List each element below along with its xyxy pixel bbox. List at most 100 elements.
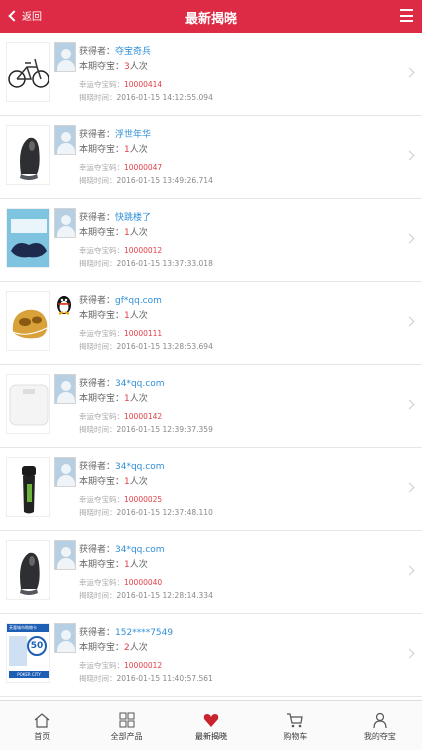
reveal-time-label: 揭晓时间： <box>79 342 117 351</box>
winner-name[interactable]: 34*qq.com <box>115 462 164 472</box>
result-item[interactable]: 获得者：夺宝奇兵 本期夺宝：3人次 幸运夺宝码：10000414 揭晓时间：2016-… <box>0 33 422 116</box>
lucky-code-line: 幸运夺宝码：10000025 <box>79 494 162 505</box>
page-title: 最新揭晓 <box>184 12 237 27</box>
reveal-time: 2016-01-15 14:12:55.094 <box>116 93 213 102</box>
reveal-time: 2016-01-15 12:37:48.110 <box>116 508 213 517</box>
tab-home[interactable]: 首页 <box>0 701 84 750</box>
reveal-time-line: 揭晓时间：2016-01-15 12:39:37.359 <box>79 424 213 435</box>
winner-label: 获得者： <box>79 47 116 57</box>
reveal-time-label: 揭晓时间： <box>79 176 117 185</box>
card-value: 50 <box>27 636 47 656</box>
heart-icon <box>169 709 253 731</box>
card-brand: POKER CITY <box>9 671 49 678</box>
issue-label: 本期夺宝： <box>79 228 125 238</box>
winner-label: 获得者： <box>79 379 116 389</box>
participation-unit: 人次 <box>129 477 148 487</box>
tab-label: 购物车 <box>283 732 308 741</box>
result-item[interactable]: 芙蓉城市购物卡 50 POKER CITY 获得者：152****7549 本期夺宝：2… <box>0 614 422 697</box>
result-item[interactable]: 获得者：34*qq.com 本期夺宝：1人次 幸运夺宝码：10000025 揭晓时间：… <box>0 448 422 531</box>
lucky-code-line: 幸运夺宝码：10000040 <box>79 577 162 588</box>
chevron-right-icon <box>404 648 415 659</box>
participation-line: 本期夺宝：1人次 <box>79 391 148 404</box>
winner-line: 获得者：夺宝奇兵 <box>79 44 151 57</box>
tab-latest[interactable]: 最新揭晓 <box>169 701 253 750</box>
top-bar: 返回 最新揭晓 <box>0 0 422 33</box>
product-image <box>6 457 50 517</box>
avatar <box>54 457 76 487</box>
menu-line <box>400 20 413 22</box>
winner-label: 获得者： <box>79 213 116 223</box>
product-image <box>6 540 50 600</box>
reveal-time: 2016-01-15 13:28:53.694 <box>116 342 213 351</box>
lucky-code: 10000414 <box>124 80 163 89</box>
lucky-code-label: 幸运夺宝码： <box>79 495 124 504</box>
winner-name[interactable]: 浮世年华 <box>115 130 151 140</box>
participation-line: 本期夺宝：1人次 <box>79 474 148 487</box>
winner-name[interactable]: 34*qq.com <box>115 379 164 389</box>
winner-line: 获得者：快跳楼了 <box>79 210 151 223</box>
winner-line: 获得者：152****7549 <box>79 625 173 638</box>
tab-label: 我的夺宝 <box>363 732 396 741</box>
issue-label: 本期夺宝： <box>79 311 125 321</box>
participation-line: 本期夺宝：2人次 <box>79 640 148 653</box>
lucky-code-label: 幸运夺宝码： <box>79 163 124 172</box>
tab-cart[interactable]: 购物车 <box>253 701 337 750</box>
avatar <box>54 208 76 238</box>
reveal-time-line: 揭晓时间：2016-01-15 14:12:55.094 <box>79 92 213 103</box>
lucky-code: 10000047 <box>124 163 163 172</box>
lucky-code-label: 幸运夺宝码： <box>79 578 124 587</box>
winner-line: 获得者：34*qq.com <box>79 376 164 389</box>
lucky-code: 10000142 <box>124 412 163 421</box>
product-image <box>6 208 50 268</box>
winner-name[interactable]: 34*qq.com <box>115 545 164 555</box>
winner-name[interactable]: gf*qq.com <box>115 296 162 306</box>
avatar <box>54 42 76 72</box>
menu-button[interactable] <box>400 9 413 22</box>
chevron-right-icon <box>404 233 415 244</box>
tab-all-products[interactable]: 全部产品 <box>84 701 168 750</box>
lucky-code-line: 幸运夺宝码：10000047 <box>79 162 162 173</box>
chevron-right-icon <box>404 482 415 493</box>
product-image <box>6 42 50 102</box>
result-item[interactable]: 获得者：gf*qq.com 本期夺宝：1人次 幸运夺宝码：10000111 揭晓时间：… <box>0 282 422 365</box>
participation-line: 本期夺宝：1人次 <box>79 225 148 238</box>
winner-line: 获得者：gf*qq.com <box>79 293 162 306</box>
issue-label: 本期夺宝： <box>79 477 125 487</box>
lucky-code-line: 幸运夺宝码：10000012 <box>79 245 162 256</box>
reveal-time-label: 揭晓时间： <box>79 508 117 517</box>
chevron-right-icon <box>404 399 415 410</box>
reveal-time-label: 揭晓时间： <box>79 93 117 102</box>
lucky-code: 10000111 <box>124 329 163 338</box>
winner-line: 获得者：浮世年华 <box>79 127 151 140</box>
lucky-code-label: 幸运夺宝码： <box>79 412 124 421</box>
lucky-code-line: 幸运夺宝码：10000142 <box>79 411 162 422</box>
result-item[interactable]: 获得者：34*qq.com 本期夺宝：1人次幸运夺宝码：10000142 揭晓时间：… <box>0 365 422 448</box>
tab-label: 全部产品 <box>110 732 143 741</box>
menu-line <box>400 9 413 11</box>
participation-line: 本期夺宝：1人次 <box>79 142 148 155</box>
result-list: 获得者：夺宝奇兵 本期夺宝：3人次 幸运夺宝码：10000414 揭晓时间：2016-… <box>0 33 422 697</box>
reveal-time-line: 揭晓时间：2016-01-15 12:37:48.110 <box>79 507 213 518</box>
card-title: 芙蓉城市购物卡 <box>7 624 49 632</box>
reveal-time: 2016-01-15 13:37:33.018 <box>116 259 213 268</box>
winner-name[interactable]: 152****7549 <box>115 628 173 638</box>
participation-unit: 人次 <box>129 643 148 653</box>
result-item[interactable]: 获得者：快跳楼了 本期夺宝：1人次 幸运夺宝码：10000012 揭晓时间：2016-… <box>0 199 422 282</box>
lucky-code: 10000012 <box>124 246 163 255</box>
product-image <box>6 374 50 434</box>
reveal-time-line: 揭晓时间：2016-01-15 13:28:53.694 <box>79 341 213 352</box>
chevron-right-icon <box>404 150 415 161</box>
winner-name[interactable]: 快跳楼了 <box>115 213 151 223</box>
winner-name[interactable]: 夺宝奇兵 <box>115 47 151 57</box>
tab-my-account[interactable]: 我的夺宝 <box>338 701 422 750</box>
qq-penguin-icon <box>55 292 73 316</box>
reveal-time-label: 揭晓时间： <box>79 674 117 683</box>
tab-label: 首页 <box>34 732 51 741</box>
tab-label: 最新揭晓 <box>195 732 228 741</box>
product-image <box>6 291 50 351</box>
issue-label: 本期夺宝： <box>79 560 125 570</box>
lucky-code-label: 幸运夺宝码： <box>79 246 124 255</box>
result-item[interactable]: 获得者：浮世年华 本期夺宝：1人次 幸运夺宝码：10000047 揭晓时间：2016-… <box>0 116 422 199</box>
result-item[interactable]: 获得者：34*qq.com 本期夺宝：1人次 幸运夺宝码：10000040 揭晓时间：… <box>0 531 422 614</box>
grid-icon <box>84 709 168 731</box>
